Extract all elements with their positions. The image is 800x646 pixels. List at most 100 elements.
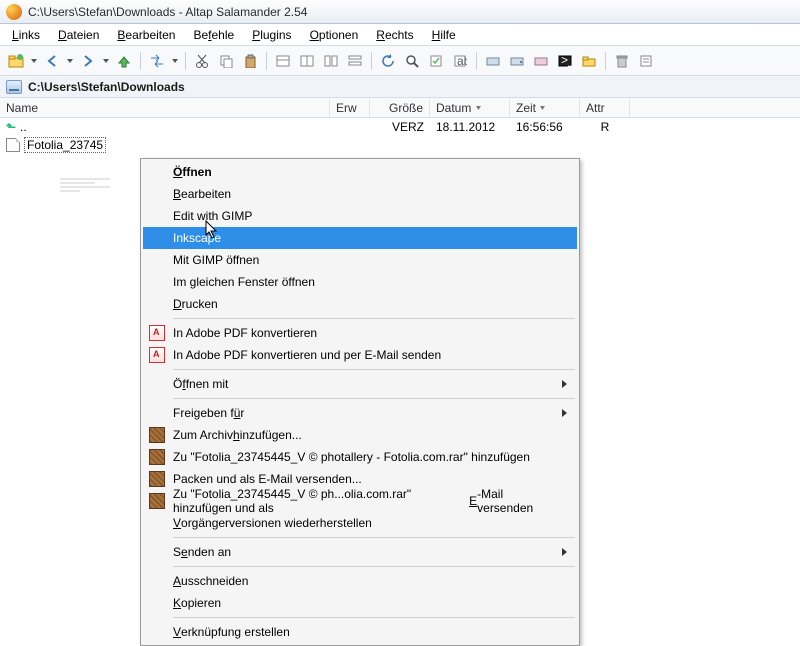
menu-befehle[interactable]: Befehle: [185, 26, 242, 44]
cm-add-archive[interactable]: Zum Archiv hinzufügen...: [143, 424, 577, 446]
tb-view3-icon[interactable]: [321, 51, 341, 71]
cm-separator: [173, 398, 575, 399]
tb-drive3-icon[interactable]: [531, 51, 551, 71]
window-title: C:\Users\Stefan\Downloads - Altap Salama…: [28, 5, 307, 19]
drive-icon[interactable]: [6, 80, 22, 94]
svg-text:ab: ab: [457, 54, 467, 68]
col-time[interactable]: Zeit: [510, 98, 580, 117]
pdf-icon: [149, 325, 165, 341]
toolbar-separator: [476, 52, 477, 70]
cm-send-to[interactable]: Senden an: [143, 541, 577, 563]
current-path[interactable]: C:\Users\Stefan\Downloads: [28, 80, 185, 94]
tb-cut-icon[interactable]: [192, 51, 212, 71]
cm-separator: [173, 566, 575, 567]
pathbar: C:\Users\Stefan\Downloads: [0, 76, 800, 98]
cm-open-with[interactable]: Öffnen mit: [143, 373, 577, 395]
file-icon: [6, 138, 20, 152]
row-parent[interactable]: ⬑.. VERZ 18.11.2012 16:56:56 R: [0, 118, 800, 136]
archive-icon: [149, 471, 165, 487]
tb-forward-icon[interactable]: [78, 51, 98, 71]
toolbar-separator: [266, 52, 267, 70]
menubar: Links Dateien Bearbeiten Befehle Plugins…: [0, 24, 800, 46]
tb-dropdown-icon[interactable]: [66, 51, 74, 71]
menu-optionen[interactable]: Optionen: [302, 26, 367, 44]
tb-dropdown-icon[interactable]: [171, 51, 179, 71]
cm-edit[interactable]: Bearbeiten: [143, 183, 577, 205]
col-date[interactable]: Datum: [430, 98, 510, 117]
tb-dropdown-icon[interactable]: [102, 51, 110, 71]
cm-open[interactable]: Öffnen: [143, 161, 577, 183]
cm-separator: [173, 369, 575, 370]
col-attr[interactable]: Attr: [580, 98, 630, 117]
up-arrow-icon: ⬑: [6, 120, 16, 134]
parent-name: ..: [20, 120, 27, 134]
col-ext[interactable]: Erw: [330, 98, 370, 117]
col-name[interactable]: Name: [0, 98, 330, 117]
toolbar-separator: [605, 52, 606, 70]
cm-separator: [173, 617, 575, 618]
tb-terminal-icon[interactable]: >_: [555, 51, 575, 71]
cm-prev-versions[interactable]: Vorgängerversionen wiederherstellen: [143, 512, 577, 534]
cm-copy[interactable]: Kopieren: [143, 592, 577, 614]
context-menu: Öffnen Bearbeiten Edit with GIMP Inkscap…: [140, 158, 580, 646]
svg-text:>_: >_: [561, 55, 572, 67]
tb-paste-icon[interactable]: [240, 51, 260, 71]
cm-pdf-convert[interactable]: In Adobe PDF konvertieren: [143, 322, 577, 344]
tb-drive2-icon[interactable]: [507, 51, 527, 71]
parent-time: 16:56:56: [510, 120, 580, 134]
cm-pdf-convert-mail[interactable]: In Adobe PDF konvertieren und per E-Mail…: [143, 344, 577, 366]
tb-tool2-icon[interactable]: ab: [450, 51, 470, 71]
tb-back-icon[interactable]: [42, 51, 62, 71]
cm-create-link[interactable]: Verknüpfung erstellen: [143, 621, 577, 643]
row-file-1[interactable]: Fotolia_23745: [0, 136, 800, 154]
parent-size: VERZ: [370, 120, 430, 134]
file-name-1: Fotolia_23745: [24, 137, 106, 153]
cm-add-named[interactable]: Zu "Fotolia_23745445_V © photallery - Fo…: [143, 446, 577, 468]
thumbnail-placeholder: [60, 178, 110, 192]
col-size[interactable]: Größe: [370, 98, 430, 117]
toolbar: ab >_: [0, 46, 800, 76]
tb-up-icon[interactable]: [114, 51, 134, 71]
cm-edit-gimp[interactable]: Edit with GIMP: [143, 205, 577, 227]
toolbar-separator: [140, 52, 141, 70]
cm-separator: [173, 537, 575, 538]
toolbar-separator: [371, 52, 372, 70]
menu-plugins[interactable]: Plugins: [244, 26, 299, 44]
cm-add-named-mail[interactable]: Zu "Fotolia_23745445_V © ph...olia.com.r…: [143, 490, 577, 512]
file-list: ⬑.. VERZ 18.11.2012 16:56:56 R Fotolia_2…: [0, 118, 800, 154]
archive-icon: [149, 449, 165, 465]
tb-tool1-icon[interactable]: [426, 51, 446, 71]
tb-props-icon[interactable]: [636, 51, 656, 71]
tb-swap-icon[interactable]: [147, 51, 167, 71]
menu-hilfe[interactable]: Hilfe: [424, 26, 464, 44]
cm-cut[interactable]: Ausschneiden: [143, 570, 577, 592]
tb-view1-icon[interactable]: [273, 51, 293, 71]
titlebar: C:\Users\Stefan\Downloads - Altap Salama…: [0, 0, 800, 24]
cm-inkscape[interactable]: Inkscape: [143, 227, 577, 249]
tb-folder-icon[interactable]: [579, 51, 599, 71]
column-headers: Name Erw Größe Datum Zeit Attr: [0, 98, 800, 118]
cm-share[interactable]: Freigeben für: [143, 402, 577, 424]
cm-same-window[interactable]: Im gleichen Fenster öffnen: [143, 271, 577, 293]
tb-view4-icon[interactable]: [345, 51, 365, 71]
cm-mit-gimp[interactable]: Mit GIMP öffnen: [143, 249, 577, 271]
menu-links[interactable]: Links: [4, 26, 48, 44]
tb-new-folder-icon[interactable]: [6, 51, 26, 71]
parent-attr: R: [580, 120, 630, 134]
toolbar-separator: [185, 52, 186, 70]
menu-rechts[interactable]: Rechts: [368, 26, 421, 44]
app-icon: [6, 4, 22, 20]
pdf-icon: [149, 347, 165, 363]
tb-refresh-icon[interactable]: [378, 51, 398, 71]
menu-dateien[interactable]: Dateien: [50, 26, 107, 44]
tb-dropdown-icon[interactable]: [30, 51, 38, 71]
tb-copy-icon[interactable]: [216, 51, 236, 71]
tb-search-icon[interactable]: [402, 51, 422, 71]
parent-date: 18.11.2012: [430, 120, 510, 134]
tb-drive1-icon[interactable]: [483, 51, 503, 71]
tb-view2-icon[interactable]: [297, 51, 317, 71]
tb-delete-icon[interactable]: [612, 51, 632, 71]
cm-print[interactable]: Drucken: [143, 293, 577, 315]
menu-bearbeiten[interactable]: Bearbeiten: [109, 26, 183, 44]
cm-separator: [173, 318, 575, 319]
